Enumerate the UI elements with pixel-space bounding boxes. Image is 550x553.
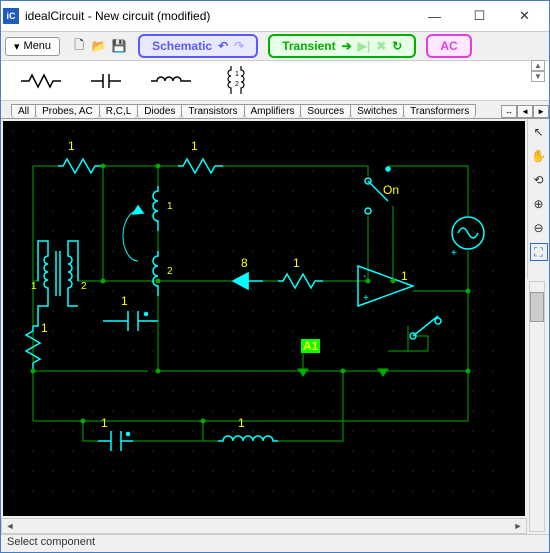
diode-value: 8 xyxy=(241,256,248,270)
node-label-a1[interactable]: A1 xyxy=(301,339,320,353)
refresh-icon: ↻ xyxy=(392,39,402,53)
capacitor-value: 1 xyxy=(101,416,108,430)
cat-tab-all[interactable]: All xyxy=(11,104,36,118)
horizontal-scrollbar[interactable]: ◄ ► xyxy=(1,518,527,534)
redo-icon[interactable]: ↷ xyxy=(234,39,244,53)
titlebar: iC idealCircuit - New circuit (modified)… xyxy=(1,1,549,31)
chevron-down-icon: ▾ xyxy=(14,40,20,53)
cat-expand-icon[interactable]: ↔ xyxy=(501,105,517,118)
cat-tab-transformers[interactable]: Transformers xyxy=(403,104,476,118)
component-palette: 12 ▲▼ xyxy=(1,61,549,101)
resistor-value: 1 xyxy=(68,139,75,153)
svg-text:1: 1 xyxy=(235,71,239,78)
switch-label: On xyxy=(383,183,399,197)
zoom-out-icon[interactable]: ⊖ xyxy=(530,219,548,237)
category-tabs: All Probes, AC R,C,L Diodes Transistors … xyxy=(1,101,549,119)
maximize-button[interactable]: ☐ xyxy=(457,2,502,30)
menu-label: Menu xyxy=(24,40,52,52)
hand-tool-icon[interactable]: ✋ xyxy=(530,147,548,165)
run-icon: ➔ xyxy=(342,39,352,53)
close-button[interactable]: ✕ xyxy=(502,2,547,30)
svg-text:+: + xyxy=(363,293,369,304)
resistor-value: 1 xyxy=(293,256,300,270)
cat-tab-amplifiers[interactable]: Amplifiers xyxy=(244,104,302,118)
resistor-value: 1 xyxy=(41,321,48,335)
tab-schematic[interactable]: Schematic ↶ ↷ xyxy=(138,34,258,58)
cat-prev-icon[interactable]: ◄ xyxy=(517,105,533,118)
open-file-icon[interactable]: 📂 xyxy=(90,37,108,55)
svg-text:2: 2 xyxy=(235,81,239,88)
zoom-fit-icon[interactable]: ⛶ xyxy=(530,243,548,261)
cat-tab-transistors[interactable]: Transistors xyxy=(181,104,244,118)
transformer-icon[interactable]: 12 xyxy=(221,66,251,96)
workspace: - + + xyxy=(1,119,549,534)
transformer-secondary: 2 xyxy=(81,281,87,292)
tab-label: Schematic xyxy=(152,39,212,53)
palette-pager[interactable]: ▲▼ xyxy=(531,60,545,82)
undo-icon[interactable]: ↶ xyxy=(218,39,228,53)
scroll-right-icon[interactable]: ► xyxy=(510,521,526,531)
cat-tab-rcl[interactable]: R,C,L xyxy=(99,104,139,118)
app-icon: iC xyxy=(3,8,19,24)
svg-text:+: + xyxy=(451,248,457,259)
resistor-icon[interactable] xyxy=(21,71,61,91)
capacitor-icon[interactable] xyxy=(91,71,121,91)
inductor-icon[interactable] xyxy=(151,71,191,91)
cat-tab-diodes[interactable]: Diodes xyxy=(137,104,182,118)
resistor-value: 1 xyxy=(191,139,198,153)
vertical-scrollbar[interactable] xyxy=(529,281,545,532)
inductor-num: 1 xyxy=(167,201,173,212)
cat-tab-probes[interactable]: Probes, AC xyxy=(35,104,100,118)
pan-tool-icon[interactable]: ⟲ xyxy=(530,171,548,189)
status-bar: Select component xyxy=(1,534,549,552)
pause-icon: ▶| xyxy=(358,39,371,53)
cat-tab-switches[interactable]: Switches xyxy=(350,104,404,118)
zoom-in-icon[interactable]: ⊕ xyxy=(530,195,548,213)
tab-label: AC xyxy=(440,39,457,53)
pointer-tool-icon[interactable]: ↖ xyxy=(530,123,548,141)
inductor-value: 1 xyxy=(238,416,245,430)
stop-icon: ✖ xyxy=(376,39,386,53)
transformer-primary: 1 xyxy=(31,281,37,292)
new-file-icon[interactable]: 🗋 xyxy=(70,37,88,55)
schematic-canvas[interactable]: - + + xyxy=(3,121,525,516)
inductor-num: 2 xyxy=(167,266,173,277)
opamp-value: 1 xyxy=(401,269,408,283)
cat-next-icon[interactable]: ► xyxy=(533,105,549,118)
minimize-button[interactable]: — xyxy=(412,2,457,30)
window-title: idealCircuit - New circuit (modified) xyxy=(25,9,412,23)
tab-label: Transient xyxy=(282,39,335,53)
menu-button[interactable]: ▾ Menu xyxy=(5,37,60,56)
tab-ac[interactable]: AC xyxy=(426,34,471,58)
save-file-icon[interactable]: 💾 xyxy=(110,37,128,55)
cat-tab-sources[interactable]: Sources xyxy=(300,104,351,118)
capacitor-value: 1 xyxy=(121,294,128,308)
toolbar: ▾ Menu 🗋 📂 💾 Schematic ↶ ↷ Transient ➔ ▶… xyxy=(1,31,549,61)
tab-transient[interactable]: Transient ➔ ▶| ✖ ↻ xyxy=(268,34,416,58)
scrollbar-thumb[interactable] xyxy=(530,292,544,322)
scroll-left-icon[interactable]: ◄ xyxy=(2,521,18,531)
side-toolbar: ↖ ✋ ⟲ ⊕ ⊖ ⛶ xyxy=(527,119,549,279)
